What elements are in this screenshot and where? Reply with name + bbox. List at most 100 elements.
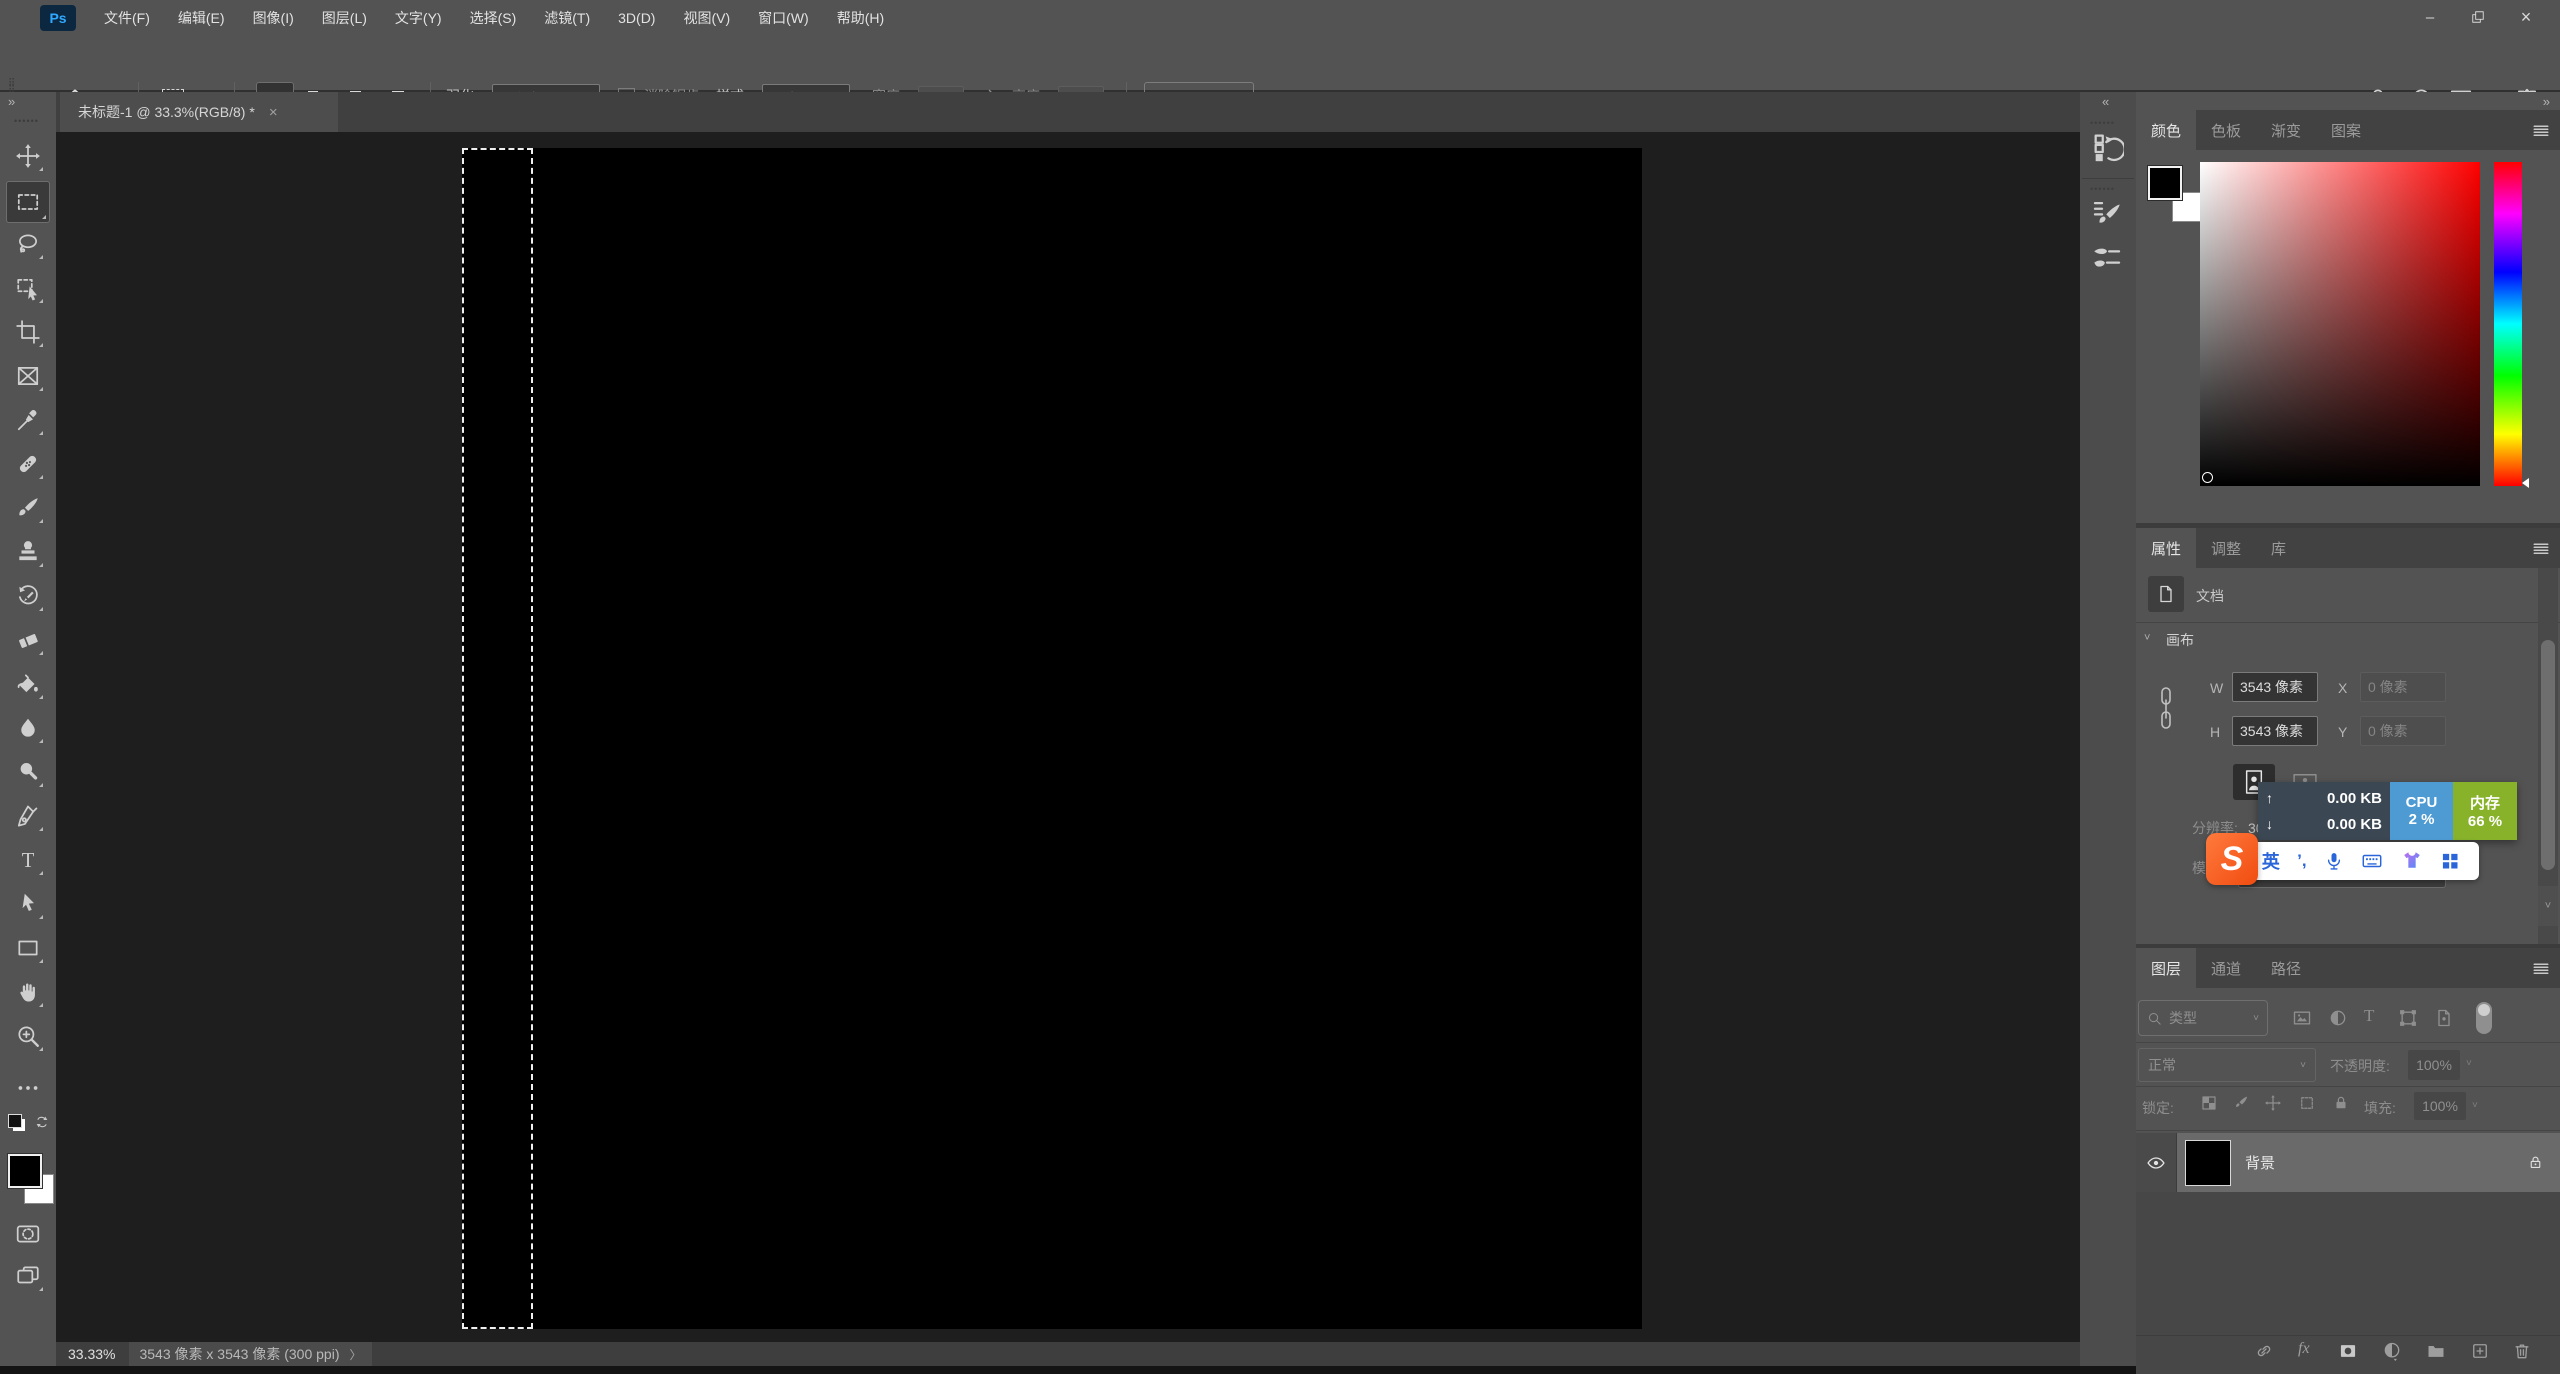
delete-layer-icon[interactable]	[2512, 1341, 2532, 1361]
tab-properties[interactable]: 属性	[2136, 528, 2196, 568]
link-layers-icon[interactable]	[2254, 1341, 2274, 1361]
ime-toolbox-icon[interactable]	[2440, 851, 2460, 871]
swap-colors-icon[interactable]	[34, 1114, 50, 1130]
menu-view[interactable]: 视图(V)	[683, 8, 730, 28]
menu-image[interactable]: 图像(I)	[253, 8, 294, 28]
lasso-tool[interactable]	[10, 226, 46, 262]
minimize-button[interactable]: –	[2410, 0, 2450, 34]
add-layer-mask-icon[interactable]	[2338, 1341, 2358, 1361]
canvas-width-input[interactable]: 3543 像素	[2232, 672, 2318, 702]
properties-scrollbar-thumb[interactable]	[2541, 640, 2555, 870]
tab-adjustments[interactable]: 调整	[2196, 528, 2256, 568]
clone-stamp-tool[interactable]	[10, 534, 46, 570]
properties-scrollbar-down-icon[interactable]: ˅	[2538, 886, 2558, 926]
ime-keyboard-icon[interactable]	[2361, 850, 2383, 872]
type-tool[interactable]: T	[10, 842, 46, 878]
foreground-color-swatch[interactable]	[8, 1154, 42, 1188]
menu-file[interactable]: 文件(F)	[104, 8, 150, 28]
maximize-button[interactable]	[2458, 0, 2498, 34]
document-info[interactable]: 3543 像素 x 3543 像素 (300 ppi) 〉	[129, 1342, 371, 1366]
pen-tool[interactable]	[10, 798, 46, 834]
dock-collapse-icon[interactable]: «	[2102, 94, 2109, 109]
filter-shape-layers-icon[interactable]	[2398, 1008, 2418, 1028]
rectangle-tool[interactable]	[10, 930, 46, 966]
brush-settings-panel-icon[interactable]	[2090, 196, 2124, 230]
ime-skin-icon[interactable]	[2401, 849, 2423, 874]
filter-smart-objects-icon[interactable]	[2434, 1008, 2454, 1028]
hand-tool[interactable]	[10, 974, 46, 1010]
properties-panel-menu-icon[interactable]	[2532, 528, 2552, 568]
layer-thumbnail[interactable]	[2185, 1140, 2231, 1186]
sogou-logo[interactable]: S	[2206, 833, 2258, 885]
ime-microphone-icon[interactable]	[2324, 851, 2344, 871]
document-tab-close-icon[interactable]: ×	[269, 104, 278, 121]
hue-slider-pointer[interactable]	[2522, 478, 2529, 488]
brushes-panel-icon[interactable]	[2090, 240, 2124, 274]
filter-toggle[interactable]	[2476, 1002, 2492, 1034]
zoom-tool[interactable]	[10, 1018, 46, 1054]
filter-image-layers-icon[interactable]	[2292, 1008, 2312, 1028]
filter-type-layers-icon[interactable]: T	[2364, 1006, 2374, 1026]
screen-mode-button[interactable]	[10, 1258, 46, 1294]
color-panel-menu-icon[interactable]	[2532, 110, 2552, 150]
menu-help[interactable]: 帮助(H)	[837, 8, 884, 28]
menu-filter[interactable]: 滤镜(T)	[544, 8, 590, 28]
document-tab[interactable]: 未标题-1 @ 33.3%(RGB/8) * ×	[60, 92, 338, 132]
tab-gradients[interactable]: 渐变	[2256, 110, 2316, 150]
saturation-brightness-picker[interactable]	[2200, 162, 2480, 486]
zoom-level-field[interactable]: 33.33%	[68, 1346, 115, 1362]
tab-libraries[interactable]: 库	[2256, 528, 2301, 568]
new-group-icon[interactable]	[2426, 1341, 2446, 1361]
edit-toolbar-icon[interactable]	[10, 1070, 46, 1106]
panel-expand-icon[interactable]: »	[2543, 94, 2550, 109]
paint-bucket-tool[interactable]	[10, 666, 46, 702]
hue-slider[interactable]	[2494, 162, 2522, 486]
layer-filter-select[interactable]: 类型 ˅	[2138, 1000, 2268, 1036]
dock-grip[interactable]: ••••••	[2090, 184, 2115, 194]
status-chevron-icon[interactable]: 〉	[349, 1346, 361, 1363]
canvas-height-input[interactable]: 3543 像素	[2232, 716, 2318, 746]
close-button[interactable]: ×	[2506, 0, 2546, 34]
layer-row-background[interactable]: 背景	[2177, 1133, 2560, 1192]
canvas-section-chevron-icon[interactable]: ˅	[2144, 632, 2150, 644]
blur-tool[interactable]	[10, 710, 46, 746]
document-canvas[interactable]	[462, 148, 1642, 1329]
link-dimensions-icon[interactable]	[2156, 680, 2176, 738]
new-layer-icon[interactable]	[2470, 1341, 2490, 1361]
menu-layer[interactable]: 图层(L)	[322, 8, 367, 28]
layer-visibility-toggle[interactable]	[2136, 1133, 2177, 1192]
tab-paths[interactable]: 路径	[2256, 948, 2316, 988]
tab-color[interactable]: 颜色	[2136, 110, 2196, 150]
panel-foreground-color-swatch[interactable]	[2148, 166, 2182, 200]
quick-mask-mode-button[interactable]	[10, 1216, 46, 1252]
menu-edit[interactable]: 编辑(E)	[178, 8, 225, 28]
frame-tool[interactable]	[10, 358, 46, 394]
menu-type[interactable]: 文字(Y)	[395, 8, 442, 28]
history-panel-icon[interactable]	[2090, 130, 2124, 164]
move-tool[interactable]	[10, 138, 46, 174]
filter-adjustment-layers-icon[interactable]	[2328, 1008, 2348, 1028]
selection-marquee[interactable]	[462, 148, 533, 1329]
path-selection-tool[interactable]	[10, 886, 46, 922]
layers-panel-menu-icon[interactable]	[2532, 948, 2552, 988]
toolbar-expand-icon[interactable]: »	[8, 94, 15, 109]
crop-tool[interactable]	[10, 314, 46, 350]
object-selection-tool[interactable]	[10, 270, 46, 306]
ime-language-toggle[interactable]: 英	[2262, 848, 2280, 874]
tab-channels[interactable]: 通道	[2196, 948, 2256, 988]
eraser-tool[interactable]	[10, 622, 46, 658]
ime-punctuation-toggle[interactable]: ’,	[2297, 851, 2306, 871]
tab-swatches[interactable]: 色板	[2196, 110, 2256, 150]
color-picker-cursor[interactable]	[2202, 472, 2213, 483]
brush-tool[interactable]	[10, 490, 46, 526]
dodge-tool[interactable]	[10, 754, 46, 790]
tab-layers[interactable]: 图层	[2136, 948, 2196, 988]
toolbar-grip[interactable]: ••••••	[14, 116, 39, 126]
eyedropper-tool[interactable]	[10, 402, 46, 438]
history-brush-tool[interactable]	[10, 578, 46, 614]
spot-healing-brush-tool[interactable]	[10, 446, 46, 482]
layer-effects-icon[interactable]: fx	[2298, 1340, 2310, 1358]
menu-window[interactable]: 窗口(W)	[758, 8, 809, 28]
rectangular-marquee-tool[interactable]	[6, 181, 50, 223]
menu-3d[interactable]: 3D(D)	[618, 10, 655, 26]
